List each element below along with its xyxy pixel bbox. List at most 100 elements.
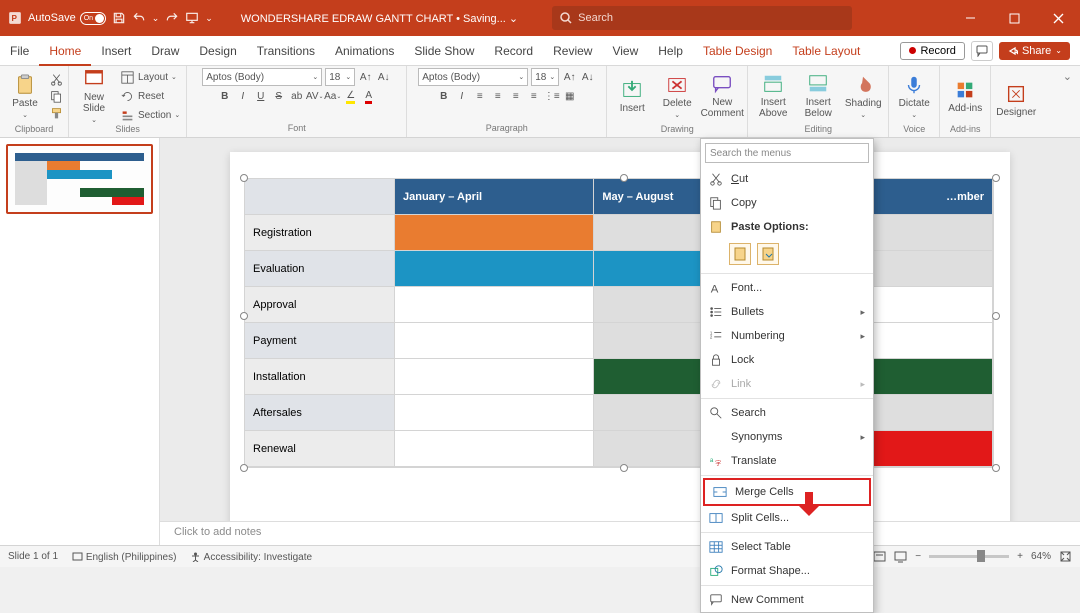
highlight-button[interactable]: ∠ (343, 89, 358, 104)
selection-handle[interactable] (620, 174, 628, 182)
cut-icon[interactable] (49, 72, 64, 87)
redo-icon[interactable] (165, 11, 179, 25)
tab-table-layout[interactable]: Table Layout (782, 36, 870, 66)
bullets-icon[interactable]: ⋮≡ (544, 89, 559, 104)
ctx-search-input[interactable]: Search the menus (705, 143, 869, 163)
align-center-icon[interactable]: ≡ (490, 89, 505, 104)
status-accessibility[interactable]: Accessibility: Investigate (190, 551, 312, 563)
section-button[interactable]: Section⌄ (118, 107, 182, 124)
ctx-merge-cells[interactable]: Merge Cells (705, 480, 869, 504)
ctx-new-comment[interactable]: New Comment (701, 588, 873, 612)
save-icon[interactable] (112, 11, 126, 25)
tab-help[interactable]: Help (648, 36, 693, 66)
status-lang[interactable]: English (Philippines) (72, 551, 176, 563)
grow-font-icon[interactable]: A↑ (562, 70, 577, 85)
tab-transitions[interactable]: Transitions (247, 36, 325, 66)
record-button[interactable]: Record (900, 42, 964, 60)
comments-button[interactable] (971, 41, 993, 61)
zoom-level[interactable]: 64% (1031, 551, 1051, 562)
ctx-bullets[interactable]: Bullets▸ (701, 300, 873, 324)
paste-button[interactable]: Paste⌄ (4, 68, 46, 124)
tab-review[interactable]: Review (543, 36, 602, 66)
strike-button[interactable]: S (271, 89, 286, 104)
ctx-cut[interactable]: Cut (701, 167, 873, 191)
bold-button[interactable]: B (217, 89, 232, 104)
paste-keep-source[interactable] (729, 243, 751, 265)
ctx-lock[interactable]: Lock (701, 348, 873, 372)
dictate-button[interactable]: Dictate⌄ (893, 68, 935, 124)
paste-match-dest[interactable] (757, 243, 779, 265)
close-button[interactable] (1036, 0, 1080, 36)
autosave-toggle[interactable]: AutoSave On (28, 12, 106, 25)
tab-home[interactable]: Home (39, 36, 91, 66)
ribbon-collapse-button[interactable]: ⌄ (1055, 66, 1080, 137)
tab-record[interactable]: Record (484, 36, 543, 66)
ctx-font[interactable]: AFont... (701, 276, 873, 300)
maximize-button[interactable] (992, 0, 1036, 36)
change-case-button[interactable]: Aa⌄ (325, 89, 340, 104)
zoom-in-button[interactable]: + (1017, 551, 1023, 562)
font-family-select[interactable]: Aptos (Body)⌄ (202, 68, 322, 86)
italic-button[interactable]: I (235, 89, 250, 104)
shadow-button[interactable]: ab (289, 89, 304, 104)
bold-button-2[interactable]: B (436, 89, 451, 104)
copy-icon[interactable] (49, 89, 64, 104)
search-bar[interactable]: Search (552, 6, 852, 30)
ctx-numbering[interactable]: 12Numbering▸ (701, 324, 873, 348)
char-spacing-button[interactable]: AV⌄ (307, 89, 322, 104)
slide-canvas[interactable]: January – April May – August …mber Regis… (160, 138, 1080, 545)
align-left-icon[interactable]: ≡ (472, 89, 487, 104)
selection-handle[interactable] (240, 312, 248, 320)
reset-button[interactable]: Reset (118, 88, 182, 105)
zoom-out-button[interactable]: − (915, 551, 921, 562)
ctx-synonyms[interactable]: Synonyms▸ (701, 425, 873, 449)
ctx-search[interactable]: Search (701, 401, 873, 425)
ctx-translate[interactable]: a字Translate (701, 449, 873, 473)
increase-font-icon[interactable]: A↑ (358, 70, 373, 85)
tab-animations[interactable]: Animations (325, 36, 404, 66)
tab-design[interactable]: Design (189, 36, 246, 66)
new-comment-button[interactable]: New Comment (701, 68, 743, 124)
delete-button[interactable]: Delete⌄ (656, 68, 698, 124)
shrink-font-icon[interactable]: A↓ (580, 70, 595, 85)
designer-button[interactable]: Designer (995, 73, 1037, 129)
document-title[interactable]: WONDERSHARE EDRAW GANTT CHART • Saving..… (241, 12, 518, 25)
format-painter-icon[interactable] (49, 106, 64, 121)
layout-button[interactable]: Layout⌄ (118, 69, 182, 86)
zoom-slider[interactable] (929, 555, 1009, 558)
status-slide[interactable]: Slide 1 of 1 (8, 551, 58, 562)
justify-icon[interactable]: ≡ (526, 89, 541, 104)
selection-handle[interactable] (240, 174, 248, 182)
gantt-table[interactable]: January – April May – August …mber Regis… (244, 178, 994, 468)
addins-button[interactable]: Add-ins (944, 68, 986, 124)
italic-button-2[interactable]: I (454, 89, 469, 104)
insert-above-button[interactable]: Insert Above (752, 68, 794, 124)
decrease-font-icon[interactable]: A↓ (376, 70, 391, 85)
tab-slideshow[interactable]: Slide Show (404, 36, 484, 66)
minimize-button[interactable] (948, 0, 992, 36)
shading-button[interactable]: Shading⌄ (842, 68, 884, 124)
selection-handle[interactable] (992, 312, 1000, 320)
font-family-select-2[interactable]: Aptos (Body)⌄ (418, 68, 528, 86)
border-icon[interactable]: ▦ (562, 89, 577, 104)
tab-draw[interactable]: Draw (141, 36, 189, 66)
slide-thumbnail-1[interactable] (6, 144, 153, 214)
undo-icon[interactable] (132, 11, 146, 25)
selection-handle[interactable] (620, 464, 628, 472)
insert-button[interactable]: Insert (611, 68, 653, 124)
tab-file[interactable]: File (0, 36, 39, 66)
font-size-select-2[interactable]: 18⌄ (531, 68, 559, 86)
font-size-select[interactable]: 18⌄ (325, 68, 355, 86)
notes-pane[interactable]: Click to add notes (160, 521, 1080, 545)
ctx-split-cells[interactable]: Split Cells... (701, 506, 873, 530)
header-cell-1[interactable]: January – April (395, 179, 594, 215)
selection-handle[interactable] (992, 464, 1000, 472)
selection-handle[interactable] (992, 174, 1000, 182)
ctx-format-shape[interactable]: Format Shape... (701, 559, 873, 583)
ctx-select-table[interactable]: Select Table (701, 535, 873, 559)
ctx-copy[interactable]: Copy (701, 191, 873, 215)
slideshow-view-icon[interactable] (894, 550, 907, 563)
new-slide-button[interactable]: New Slide⌄ (73, 68, 115, 124)
share-button[interactable]: Share⌄ (999, 42, 1070, 60)
insert-below-button[interactable]: Insert Below (797, 68, 839, 124)
